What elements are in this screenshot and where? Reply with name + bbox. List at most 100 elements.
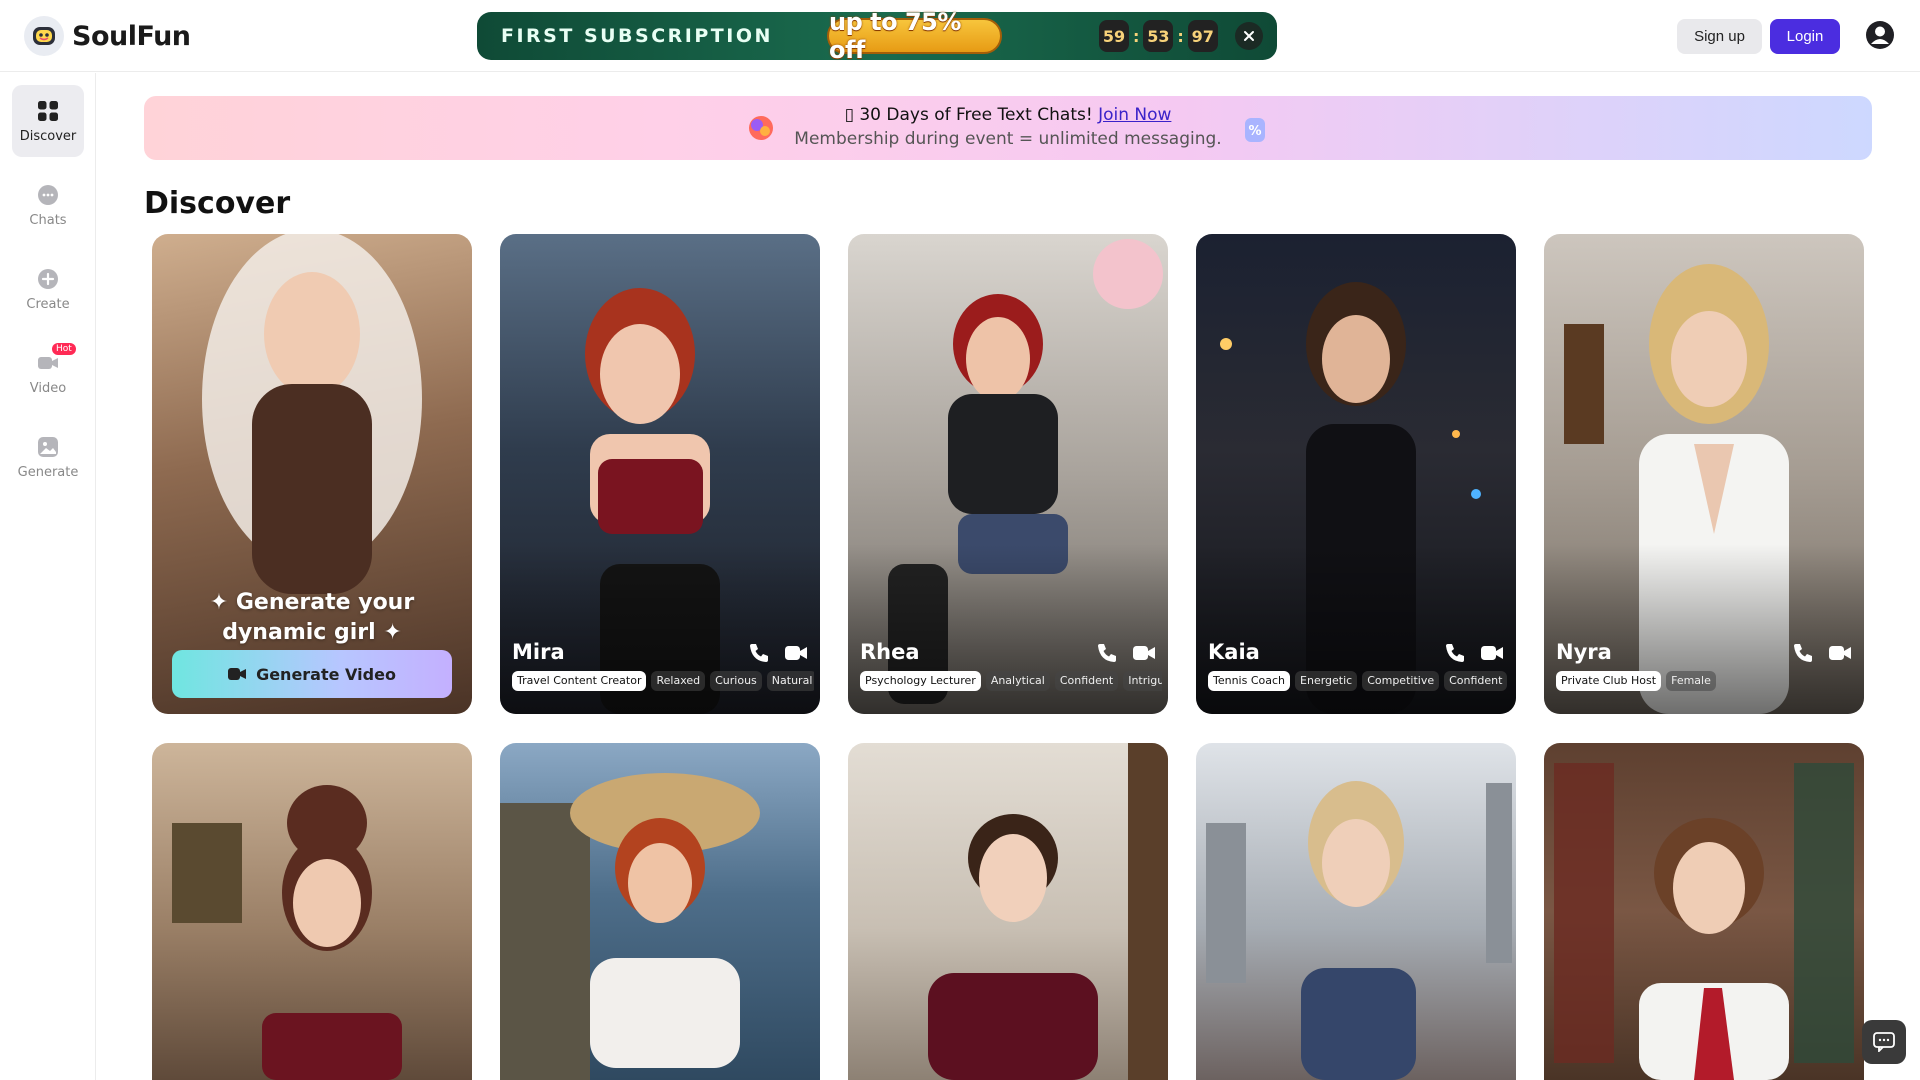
video-call-icon[interactable] bbox=[1132, 642, 1156, 664]
card-portrait bbox=[928, 743, 1168, 1080]
sidebar-item-label: Video bbox=[29, 380, 67, 396]
video-camera-icon bbox=[228, 668, 247, 680]
character-card-kaia[interactable]: Kaia Tennis Coach Energetic Competitive … bbox=[1196, 234, 1516, 714]
tag-list: Travel Content Creator Relaxed Curious N… bbox=[512, 671, 814, 691]
occupation-tag: Psychology Lecturer bbox=[860, 671, 981, 691]
character-name: Kaia bbox=[1208, 640, 1260, 664]
banner-headline-text: ▯ 30 Days of Free Text Chats! bbox=[844, 105, 1093, 125]
logo-text: SoulFun bbox=[72, 20, 191, 52]
hot-badge: Hot bbox=[52, 342, 76, 355]
trait-tag: Confident bbox=[1444, 671, 1508, 691]
card-actions bbox=[1096, 642, 1156, 664]
phone-icon[interactable] bbox=[748, 642, 770, 664]
countdown-separator: : bbox=[1177, 26, 1184, 46]
countdown-timer: 59 : 53 : 97 bbox=[1099, 20, 1218, 52]
character-name: Nyra bbox=[1556, 640, 1612, 664]
video-call-icon[interactable] bbox=[1480, 642, 1504, 664]
card-portrait bbox=[172, 785, 402, 1080]
tag-list: Private Club Host Female bbox=[1556, 671, 1858, 691]
countdown-separator: : bbox=[1133, 26, 1140, 46]
trait-tag: Natural bbox=[766, 671, 814, 691]
sidebar-item-label: Chats bbox=[29, 212, 67, 228]
plus-circle-icon bbox=[36, 267, 60, 291]
sidebar-item-discover[interactable]: Discover bbox=[12, 85, 84, 157]
page-title: Discover bbox=[144, 186, 291, 221]
promo-offer-text: up to 75% off bbox=[829, 8, 961, 64]
trait-tag: Energetic bbox=[1295, 671, 1358, 691]
floating-chat-button[interactable] bbox=[1862, 1020, 1906, 1064]
user-account-icon[interactable] bbox=[1865, 20, 1895, 50]
logo-mark-icon bbox=[24, 16, 64, 56]
character-name: Rhea bbox=[860, 640, 920, 664]
countdown-seconds: 53 bbox=[1143, 20, 1174, 52]
tag-list: Psychology Lecturer Analytical Confident… bbox=[860, 671, 1162, 691]
sidebar: Discover Chats Create Hot Video Generate bbox=[0, 73, 96, 1080]
chat-bubble-icon bbox=[36, 183, 60, 207]
generate-promo-line1: ✦ Generate your bbox=[209, 590, 415, 615]
occupation-tag: Private Club Host bbox=[1556, 671, 1662, 691]
sidebar-item-label: Generate bbox=[17, 464, 79, 480]
svg-text:%: % bbox=[1248, 124, 1261, 139]
card-portrait bbox=[500, 773, 760, 1080]
sidebar-item-generate[interactable]: Generate bbox=[12, 421, 84, 493]
generate-promo-text: ✦ Generate your dynamic girl ✦ bbox=[152, 588, 472, 648]
join-now-link[interactable]: Join Now bbox=[1098, 105, 1171, 125]
occupation-tag: Tennis Coach bbox=[1208, 671, 1291, 691]
countdown-minutes: 59 bbox=[1099, 20, 1129, 52]
card-portrait bbox=[1206, 781, 1512, 1080]
login-button[interactable]: Login bbox=[1770, 19, 1840, 54]
promo-close-button[interactable] bbox=[1235, 22, 1263, 50]
card-actions bbox=[748, 642, 808, 664]
trait-tag: Female bbox=[1666, 671, 1716, 691]
sidebar-item-create[interactable]: Create bbox=[12, 253, 84, 325]
generate-video-button[interactable]: Generate Video bbox=[172, 650, 452, 698]
video-call-icon[interactable] bbox=[1828, 642, 1852, 664]
sidebar-item-chats[interactable]: Chats bbox=[12, 169, 84, 241]
generate-video-label: Generate Video bbox=[256, 664, 396, 684]
trait-tag: Relaxed bbox=[651, 671, 706, 691]
character-card[interactable] bbox=[500, 743, 820, 1080]
banner-headline: ▯ 30 Days of Free Text Chats! Join Now bbox=[144, 105, 1872, 125]
free-chat-banner[interactable]: ▯ 30 Days of Free Text Chats! Join Now M… bbox=[144, 96, 1872, 160]
promo-title: FIRST SUBSCRIPTION bbox=[501, 25, 773, 47]
character-card-mira[interactable]: Mira Travel Content Creator Relaxed Curi… bbox=[500, 234, 820, 714]
trait-tag: Intriguing bbox=[1123, 671, 1162, 691]
occupation-tag: Travel Content Creator bbox=[512, 671, 647, 691]
trait-tag: Analytical bbox=[985, 671, 1050, 691]
grid-icon bbox=[36, 99, 60, 123]
card-actions bbox=[1444, 642, 1504, 664]
generate-video-card[interactable]: ✦ Generate your dynamic girl ✦ Generate … bbox=[152, 234, 472, 714]
message-icon bbox=[1873, 1032, 1895, 1052]
close-icon bbox=[1244, 31, 1254, 41]
banner-subline: Membership during event = unlimited mess… bbox=[794, 129, 1222, 149]
signup-button[interactable]: Sign up bbox=[1677, 19, 1762, 54]
character-card[interactable] bbox=[1196, 743, 1516, 1080]
discount-tag-icon: % bbox=[1242, 114, 1268, 144]
generate-promo-line2: dynamic girl ✦ bbox=[222, 620, 402, 645]
character-card[interactable] bbox=[848, 743, 1168, 1080]
sidebar-item-video[interactable]: Hot Video bbox=[12, 337, 84, 409]
card-actions bbox=[1792, 642, 1852, 664]
sidebar-item-label: Discover bbox=[19, 128, 77, 144]
image-icon bbox=[36, 435, 60, 459]
trait-tag: Confident bbox=[1054, 671, 1119, 691]
promo-offer-badge: up to 75% off bbox=[827, 8, 1002, 64]
subscription-promo-bar[interactable]: FIRST SUBSCRIPTION up to 75% off 59 : 53… bbox=[477, 8, 1277, 64]
video-call-icon[interactable] bbox=[784, 642, 808, 664]
trait-tag: Curious bbox=[710, 671, 762, 691]
character-card[interactable] bbox=[152, 743, 472, 1080]
character-card[interactable] bbox=[1544, 743, 1864, 1080]
phone-icon[interactable] bbox=[1444, 642, 1466, 664]
phone-icon[interactable] bbox=[1792, 642, 1814, 664]
sidebar-item-label: Create bbox=[26, 296, 70, 312]
tag-list: Tennis Coach Energetic Competitive Confi… bbox=[1208, 671, 1510, 691]
trait-tag: Competitive bbox=[1362, 671, 1440, 691]
logo[interactable]: SoulFun bbox=[24, 16, 191, 56]
video-camera-icon: Hot bbox=[36, 342, 76, 375]
character-name: Mira bbox=[512, 640, 565, 664]
character-card-rhea[interactable]: Rhea Psychology Lecturer Analytical Conf… bbox=[848, 234, 1168, 714]
character-card-nyra[interactable]: Nyra Private Club Host Female bbox=[1544, 234, 1864, 714]
phone-icon[interactable] bbox=[1096, 642, 1118, 664]
card-portrait bbox=[1554, 763, 1854, 1080]
top-header: SoulFun FIRST SUBSCRIPTION up to 75% off… bbox=[0, 0, 1920, 72]
